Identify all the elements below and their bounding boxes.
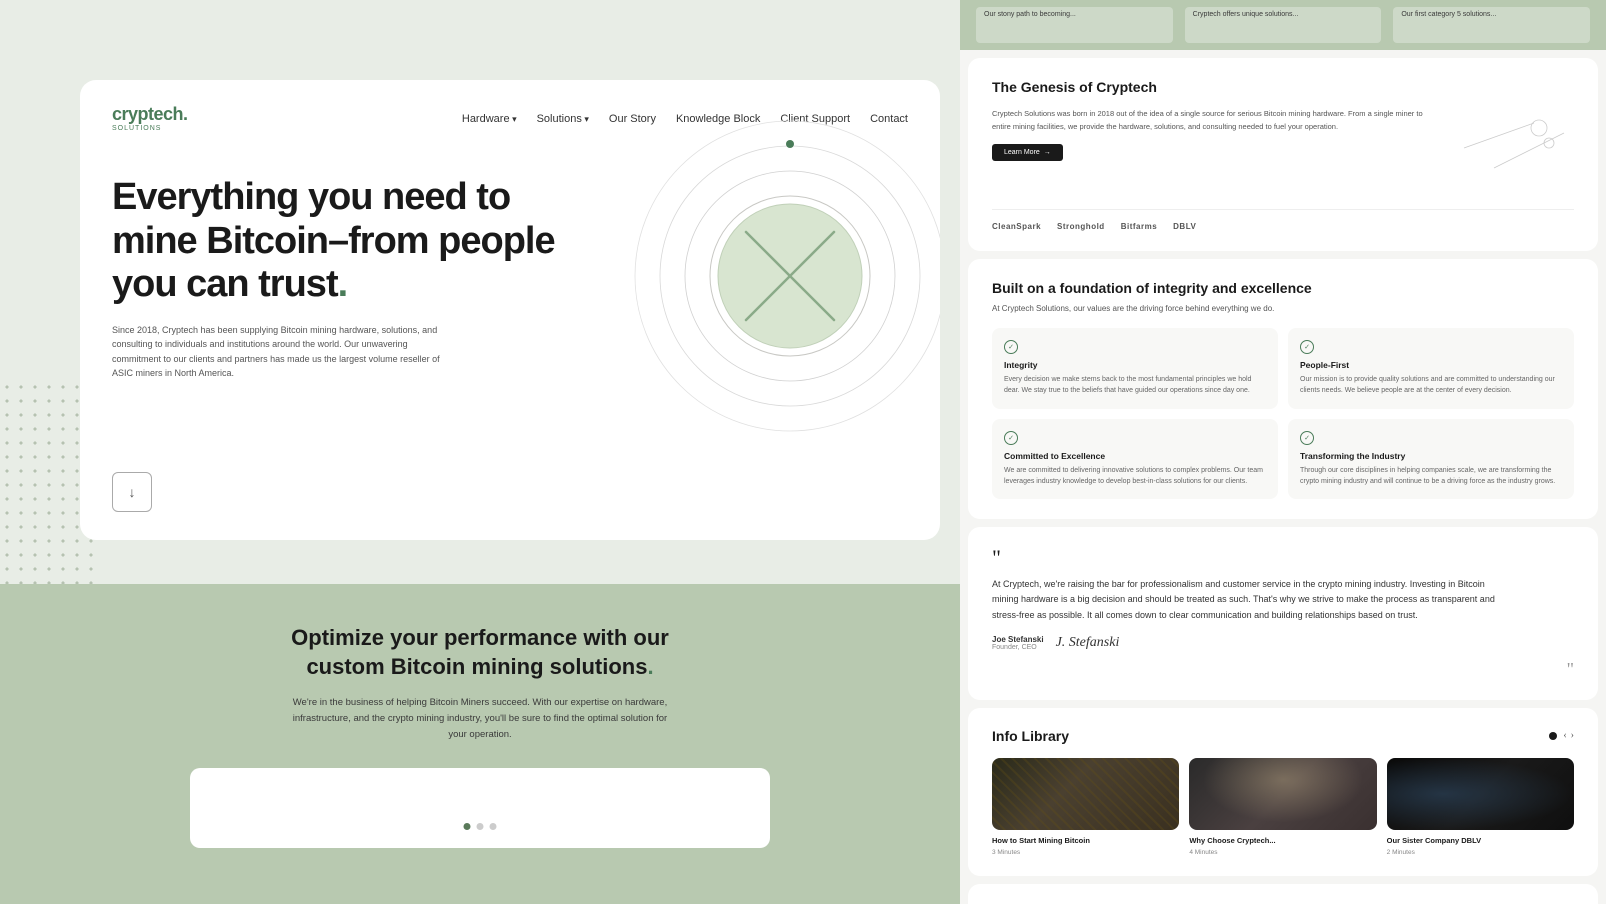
lib-card-dblv-meta: 2 Minutes — [1387, 849, 1574, 856]
quote-close-mark: " — [992, 659, 1574, 680]
library-prev-arrow[interactable]: ‹ — [1563, 730, 1566, 741]
lib-card-dblv-title: Our Sister Company DBLV — [1387, 836, 1574, 847]
carousel-dots — [464, 823, 497, 830]
green-section-description: We're in the business of helping Bitcoin… — [290, 695, 670, 743]
library-arrows: ‹ › — [1563, 730, 1574, 741]
value-integrity: Integrity Every decision we make stems b… — [992, 328, 1278, 408]
excellence-icon — [1004, 431, 1018, 445]
partner-stronghold: Stronghold — [1057, 222, 1105, 231]
author-name: Joe Stefanski — [992, 635, 1044, 644]
hero-description: Since 2018, Cryptech has been supplying … — [112, 323, 452, 381]
quote-author: Joe Stefanski Founder, CEO J. Stefanski — [992, 635, 1574, 651]
hero-card: cryptech. solutions Hardware Solutions O… — [80, 80, 940, 540]
logo-subtitle: solutions — [112, 125, 188, 132]
library-dot — [1549, 732, 1557, 740]
partners-row: CleanSpark Stronghold Bitfarms DBLV — [992, 209, 1574, 231]
green-section: Optimize your performance with our custo… — [0, 584, 960, 904]
genesis-description: Cryptech Solutions was born in 2018 out … — [992, 108, 1438, 134]
value-transforming-desc: Through our core disciplines in helping … — [1300, 465, 1562, 487]
value-people-first-title: People-First — [1300, 360, 1562, 370]
genesis-title: The Genesis of Cryptech — [992, 78, 1574, 96]
strip-card-2: Cryptech offers unique solutions... — [1185, 7, 1382, 43]
info-library-title: Info Library — [992, 728, 1069, 744]
info-library-header: Info Library ‹ › — [992, 728, 1574, 744]
info-library-section: Info Library ‹ › How to Start Mining Bit… — [968, 708, 1598, 877]
genesis-learn-more-button[interactable]: Learn More → — [992, 144, 1063, 161]
lib-card-mining-meta: 3 Minutes — [992, 849, 1179, 856]
right-panel: Our stony path to becoming... Cryptech o… — [960, 0, 1606, 904]
genesis-content: Cryptech Solutions was born in 2018 out … — [992, 108, 1574, 193]
strip-card-3: Our first category 5 solutions... — [1393, 7, 1590, 43]
lib-card-mining-image — [992, 758, 1179, 830]
value-integrity-desc: Every decision we make stems back to the… — [1004, 374, 1266, 396]
nav-item-hardware[interactable]: Hardware — [462, 109, 517, 127]
library-cards: How to Start Mining Bitcoin 3 Minutes Wh… — [992, 758, 1574, 857]
quote-text: At Cryptech, we're raising the bar for p… — [992, 577, 1512, 623]
value-people-first-desc: Our mission is to provide quality soluti… — [1300, 374, 1562, 396]
genesis-cta-label: Learn More — [1004, 149, 1040, 156]
library-controls: ‹ › — [1549, 730, 1574, 741]
transforming-icon — [1300, 431, 1314, 445]
lib-card-mining[interactable]: How to Start Mining Bitcoin 3 Minutes — [992, 758, 1179, 857]
partner-bitfarms: Bitfarms — [1121, 222, 1157, 231]
carousel-dot-1[interactable] — [464, 823, 471, 830]
top-strip: Our stony path to becoming... Cryptech o… — [960, 0, 1606, 50]
integrity-icon — [1004, 340, 1018, 354]
strip-card-1: Our stony path to becoming... — [976, 7, 1173, 43]
values-grid: Integrity Every decision we make stems b… — [992, 328, 1574, 499]
people-first-icon — [1300, 340, 1314, 354]
library-next-arrow[interactable]: › — [1571, 730, 1574, 741]
strip-card-2-text: Cryptech offers unique solutions... — [1193, 11, 1299, 18]
strip-card-1-text: Our stony path to becoming... — [984, 11, 1076, 18]
values-title: Built on a foundation of integrity and e… — [992, 279, 1574, 297]
values-subtitle: At Cryptech Solutions, our values are th… — [992, 303, 1312, 316]
nav-item-solutions[interactable]: Solutions — [537, 109, 589, 127]
values-section: Built on a foundation of integrity and e… — [968, 259, 1598, 519]
logo[interactable]: cryptech. solutions — [112, 104, 188, 132]
nav-link-solutions[interactable]: Solutions — [537, 113, 589, 125]
value-excellence-desc: We are committed to delivering innovativ… — [1004, 465, 1266, 487]
scroll-down-button[interactable] — [112, 472, 152, 512]
genesis-graphic — [1454, 108, 1574, 193]
lib-card-people-meta: 4 Minutes — [1189, 849, 1376, 856]
partner-cleanspark: CleanSpark — [992, 222, 1041, 231]
hero-content: Everything you need to mine Bitcoin–from… — [80, 156, 940, 381]
lib-card-dblv-image — [1387, 758, 1574, 830]
lib-card-people-image — [1189, 758, 1376, 830]
left-panel: cryptech. solutions Hardware Solutions O… — [0, 0, 960, 904]
author-info: Joe Stefanski Founder, CEO — [992, 635, 1044, 651]
logo-text: cryptech. — [112, 104, 188, 124]
value-transforming-title: Transforming the Industry — [1300, 451, 1562, 461]
green-card — [190, 768, 770, 848]
lib-card-people[interactable]: Why Choose Cryptech... 4 Minutes — [1189, 758, 1376, 857]
lib-card-dblv[interactable]: Our Sister Company DBLV 2 Minutes — [1387, 758, 1574, 857]
lib-card-mining-title: How to Start Mining Bitcoin — [992, 836, 1179, 847]
carousel-dot-3[interactable] — [490, 823, 497, 830]
circle-graphic — [630, 116, 940, 436]
value-people-first: People-First Our mission is to provide q… — [1288, 328, 1574, 408]
value-transforming: Transforming the Industry Through our co… — [1288, 419, 1574, 499]
nav-link-hardware[interactable]: Hardware — [462, 113, 517, 125]
lib-card-people-title: Why Choose Cryptech... — [1189, 836, 1376, 847]
quote-open-mark: " — [992, 547, 1574, 569]
partner-dblv: DBLV — [1173, 222, 1196, 231]
hero-title: Everything you need to mine Bitcoin–from… — [112, 176, 592, 307]
author-title: Founder, CEO — [992, 644, 1044, 651]
value-excellence: Committed to Excellence We are committed… — [992, 419, 1278, 499]
quote-section: " At Cryptech, we're raising the bar for… — [968, 527, 1598, 700]
carousel-dot-2[interactable] — [477, 823, 484, 830]
arrow-icon: → — [1044, 149, 1051, 156]
genesis-section: The Genesis of Cryptech Cryptech Solutio… — [968, 58, 1598, 251]
value-excellence-title: Committed to Excellence — [1004, 451, 1266, 461]
strip-card-3-text: Our first category 5 solutions... — [1401, 11, 1496, 18]
author-signature: J. Stefanski — [1056, 635, 1120, 651]
footer-section: cryptech. cryptech. We are here to serve… — [968, 884, 1598, 904]
genesis-cta: Learn More → — [992, 144, 1438, 161]
value-integrity-title: Integrity — [1004, 360, 1266, 370]
green-section-title: Optimize your performance with our custo… — [280, 624, 680, 681]
